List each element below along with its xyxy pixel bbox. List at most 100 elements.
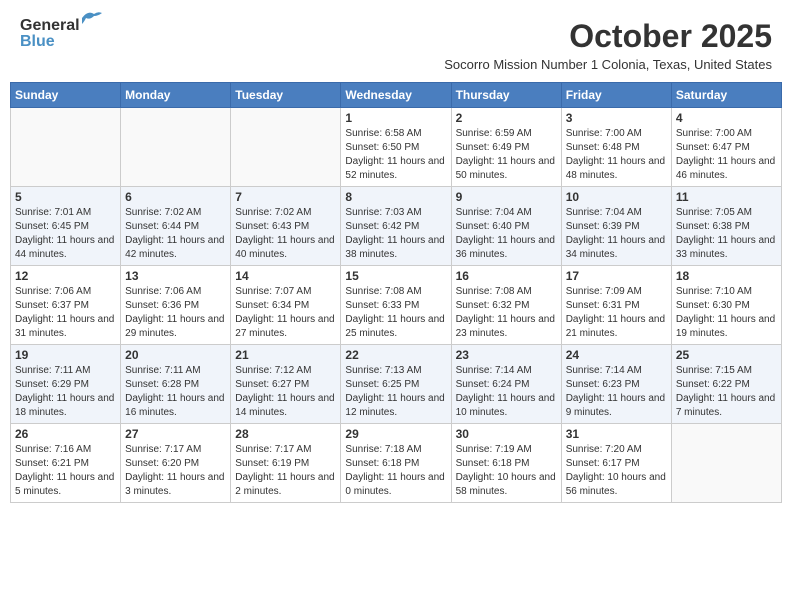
calendar-cell: 26 Sunrise: 7:16 AM Sunset: 6:21 PM Dayli… xyxy=(11,424,121,503)
day-header-wednesday: Wednesday xyxy=(341,83,451,108)
calendar-cell: 17 Sunrise: 7:09 AM Sunset: 6:31 PM Dayli… xyxy=(561,266,671,345)
calendar-cell: 19Sunrise: 7:11 AM Sunset: 6:29 PM Dayli… xyxy=(11,345,121,424)
calendar-cell xyxy=(11,108,121,187)
calendar-cell: 18Sunrise: 7:10 AM Sunset: 6:30 PM Dayli… xyxy=(671,266,781,345)
day-number: 22 xyxy=(345,348,446,362)
day-content: Sunrise: 7:12 AM Sunset: 6:27 PM Dayligh… xyxy=(235,364,336,420)
day-number: 29 xyxy=(345,427,446,441)
day-content: Sunrise: 7:05 AM Sunset: 6:38 PM Dayligh… xyxy=(676,206,777,262)
calendar-cell: 2 Sunrise: 6:59 AM Sunset: 6:49 PM Daylig… xyxy=(451,108,561,187)
day-number: 21 xyxy=(235,348,336,362)
day-content: Sunrise: 7:00 AM Sunset: 6:48 PM Dayligh… xyxy=(566,127,667,183)
calendar-header-row: SundayMondayTuesdayWednesdayThursdayFrid… xyxy=(11,83,782,108)
day-header-friday: Friday xyxy=(561,83,671,108)
day-number: 24 xyxy=(566,348,667,362)
day-number: 27 xyxy=(125,427,226,441)
calendar-cell: 27 Sunrise: 7:17 AM Sunset: 6:20 PM Dayli… xyxy=(121,424,231,503)
month-title: October 2025 xyxy=(444,18,772,55)
calendar-cell: 21 Sunrise: 7:12 AM Sunset: 6:27 PM Dayli… xyxy=(231,345,341,424)
day-content: Sunrise: 7:01 AM Sunset: 6:45 PM Dayligh… xyxy=(15,206,116,262)
calendar-cell: 31 Sunrise: 7:20 AM Sunset: 6:17 PM Dayli… xyxy=(561,424,671,503)
day-content: Sunrise: 7:14 AM Sunset: 6:23 PM Dayligh… xyxy=(566,364,667,420)
day-content: Sunrise: 6:58 AM Sunset: 6:50 PM Dayligh… xyxy=(345,127,446,183)
day-number: 26 xyxy=(15,427,116,441)
day-number: 6 xyxy=(125,190,226,204)
day-number: 5 xyxy=(15,190,116,204)
calendar-cell: 13 Sunrise: 7:06 AM Sunset: 6:36 PM Dayli… xyxy=(121,266,231,345)
day-number: 28 xyxy=(235,427,336,441)
location-subtitle: Socorro Mission Number 1 Colonia, Texas,… xyxy=(444,57,772,72)
calendar-cell: 11 Sunrise: 7:05 AM Sunset: 6:38 PM Dayli… xyxy=(671,187,781,266)
day-content: Sunrise: 7:03 AM Sunset: 6:42 PM Dayligh… xyxy=(345,206,446,262)
day-content: Sunrise: 7:00 AM Sunset: 6:47 PM Dayligh… xyxy=(676,127,777,183)
calendar-cell: 15Sunrise: 7:08 AM Sunset: 6:33 PM Dayli… xyxy=(341,266,451,345)
calendar-week-row: 12 Sunrise: 7:06 AM Sunset: 6:37 PM Dayli… xyxy=(11,266,782,345)
day-number: 9 xyxy=(456,190,557,204)
calendar-week-row: 19Sunrise: 7:11 AM Sunset: 6:29 PM Dayli… xyxy=(11,345,782,424)
day-content: Sunrise: 7:17 AM Sunset: 6:19 PM Dayligh… xyxy=(235,443,336,499)
calendar-cell xyxy=(231,108,341,187)
day-content: Sunrise: 7:07 AM Sunset: 6:34 PM Dayligh… xyxy=(235,285,336,341)
day-number: 12 xyxy=(15,269,116,283)
day-content: Sunrise: 7:10 AM Sunset: 6:30 PM Dayligh… xyxy=(676,285,777,341)
day-number: 14 xyxy=(235,269,336,283)
day-number: 11 xyxy=(676,190,777,204)
calendar-cell: 10Sunrise: 7:04 AM Sunset: 6:39 PM Dayli… xyxy=(561,187,671,266)
calendar-cell: 24 Sunrise: 7:14 AM Sunset: 6:23 PM Dayli… xyxy=(561,345,671,424)
logo: General Blue xyxy=(20,18,80,50)
day-number: 3 xyxy=(566,111,667,125)
title-section: October 2025 Socorro Mission Number 1 Co… xyxy=(444,18,772,72)
day-number: 20 xyxy=(125,348,226,362)
calendar-cell: 5 Sunrise: 7:01 AM Sunset: 6:45 PM Daylig… xyxy=(11,187,121,266)
calendar-cell xyxy=(121,108,231,187)
day-content: Sunrise: 7:13 AM Sunset: 6:25 PM Dayligh… xyxy=(345,364,446,420)
calendar-cell: 12 Sunrise: 7:06 AM Sunset: 6:37 PM Dayli… xyxy=(11,266,121,345)
calendar-week-row: 1Sunrise: 6:58 AM Sunset: 6:50 PM Daylig… xyxy=(11,108,782,187)
day-content: Sunrise: 7:06 AM Sunset: 6:36 PM Dayligh… xyxy=(125,285,226,341)
calendar-table: SundayMondayTuesdayWednesdayThursdayFrid… xyxy=(10,82,782,503)
day-content: Sunrise: 7:17 AM Sunset: 6:20 PM Dayligh… xyxy=(125,443,226,499)
day-content: Sunrise: 7:02 AM Sunset: 6:43 PM Dayligh… xyxy=(235,206,336,262)
day-header-monday: Monday xyxy=(121,83,231,108)
calendar-cell: 7Sunrise: 7:02 AM Sunset: 6:43 PM Daylig… xyxy=(231,187,341,266)
day-content: Sunrise: 7:15 AM Sunset: 6:22 PM Dayligh… xyxy=(676,364,777,420)
day-content: Sunrise: 7:20 AM Sunset: 6:17 PM Dayligh… xyxy=(566,443,667,499)
calendar-cell xyxy=(671,424,781,503)
calendar-cell: 28 Sunrise: 7:17 AM Sunset: 6:19 PM Dayli… xyxy=(231,424,341,503)
day-number: 30 xyxy=(456,427,557,441)
day-content: Sunrise: 7:16 AM Sunset: 6:21 PM Dayligh… xyxy=(15,443,116,499)
day-header-thursday: Thursday xyxy=(451,83,561,108)
day-content: Sunrise: 7:11 AM Sunset: 6:28 PM Dayligh… xyxy=(125,364,226,420)
day-content: Sunrise: 7:08 AM Sunset: 6:32 PM Dayligh… xyxy=(456,285,557,341)
logo-blue-text: Blue xyxy=(20,34,80,50)
calendar-week-row: 5 Sunrise: 7:01 AM Sunset: 6:45 PM Daylig… xyxy=(11,187,782,266)
calendar-cell: 23Sunrise: 7:14 AM Sunset: 6:24 PM Dayli… xyxy=(451,345,561,424)
day-number: 19 xyxy=(15,348,116,362)
day-number: 23 xyxy=(456,348,557,362)
day-content: Sunrise: 7:06 AM Sunset: 6:37 PM Dayligh… xyxy=(15,285,116,341)
logo-bird-icon xyxy=(80,10,102,26)
calendar-cell: 4Sunrise: 7:00 AM Sunset: 6:47 PM Daylig… xyxy=(671,108,781,187)
day-number: 25 xyxy=(676,348,777,362)
calendar-cell: 8 Sunrise: 7:03 AM Sunset: 6:42 PM Daylig… xyxy=(341,187,451,266)
page-header: General Blue October 2025 Socorro Missio… xyxy=(10,10,782,76)
day-content: Sunrise: 6:59 AM Sunset: 6:49 PM Dayligh… xyxy=(456,127,557,183)
calendar-cell: 29Sunrise: 7:18 AM Sunset: 6:18 PM Dayli… xyxy=(341,424,451,503)
day-content: Sunrise: 7:08 AM Sunset: 6:33 PM Dayligh… xyxy=(345,285,446,341)
day-number: 16 xyxy=(456,269,557,283)
day-content: Sunrise: 7:09 AM Sunset: 6:31 PM Dayligh… xyxy=(566,285,667,341)
day-number: 8 xyxy=(345,190,446,204)
day-number: 13 xyxy=(125,269,226,283)
calendar-cell: 22 Sunrise: 7:13 AM Sunset: 6:25 PM Dayli… xyxy=(341,345,451,424)
day-header-sunday: Sunday xyxy=(11,83,121,108)
calendar-cell: 1Sunrise: 6:58 AM Sunset: 6:50 PM Daylig… xyxy=(341,108,451,187)
day-number: 17 xyxy=(566,269,667,283)
day-content: Sunrise: 7:19 AM Sunset: 6:18 PM Dayligh… xyxy=(456,443,557,499)
day-number: 2 xyxy=(456,111,557,125)
logo-general-text: General xyxy=(20,18,80,34)
calendar-cell: 3 Sunrise: 7:00 AM Sunset: 6:48 PM Daylig… xyxy=(561,108,671,187)
day-number: 31 xyxy=(566,427,667,441)
calendar-cell: 20 Sunrise: 7:11 AM Sunset: 6:28 PM Dayli… xyxy=(121,345,231,424)
day-header-tuesday: Tuesday xyxy=(231,83,341,108)
calendar-cell: 25 Sunrise: 7:15 AM Sunset: 6:22 PM Dayli… xyxy=(671,345,781,424)
